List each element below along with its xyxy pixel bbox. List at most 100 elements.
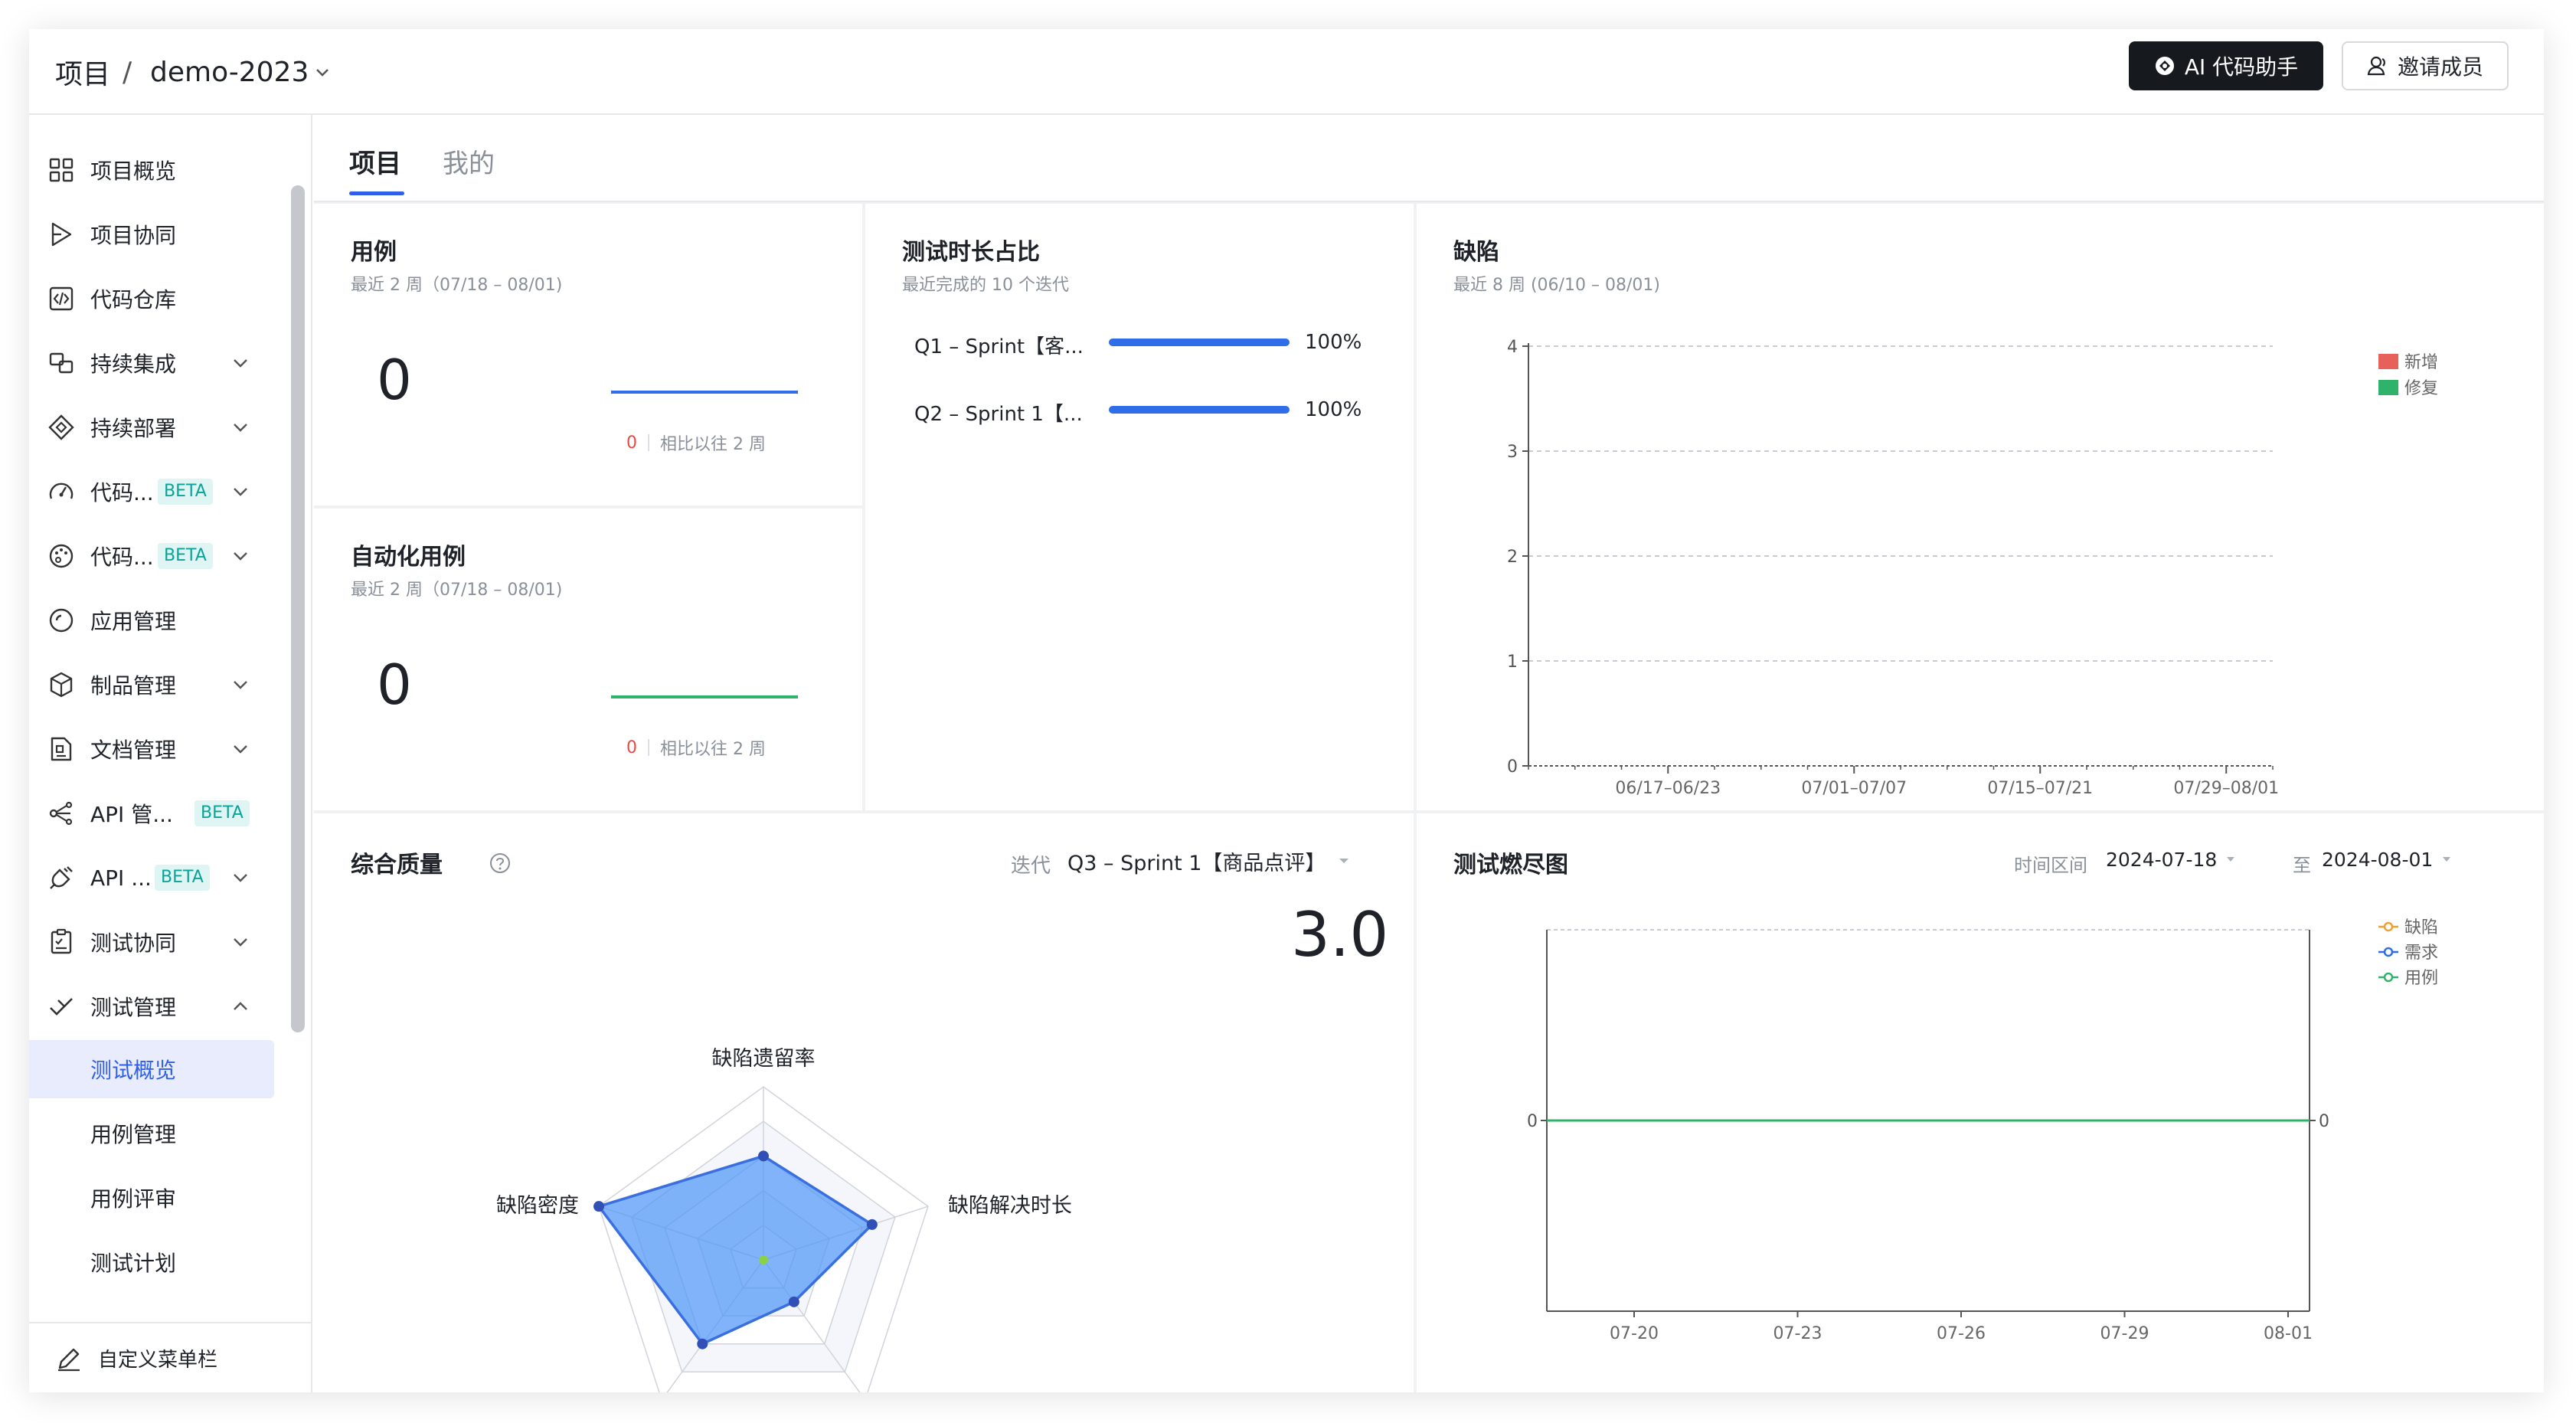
active-tab-indicator (349, 191, 404, 195)
chevron-down-icon[interactable] (230, 738, 251, 760)
y-tick-label: 2 (1507, 548, 1518, 567)
duration-row[interactable]: Q1 – Sprint【客... 100% (865, 326, 1414, 358)
chevron-down-icon[interactable] (230, 417, 251, 438)
ai-logo-icon (2155, 57, 2174, 75)
duration-row[interactable]: Q2 – Sprint 1【... 100% (865, 394, 1414, 426)
progress-track (1109, 406, 1290, 414)
duration-subtitle: 最近完成的 10 个迭代 (902, 276, 1069, 295)
customize-menu-button[interactable]: 自定义菜单栏 (29, 1322, 312, 1392)
sidebar-scrollbar[interactable] (291, 185, 305, 1032)
percent-label: 100% (1305, 331, 1362, 354)
sidebar-subitem-test-overview[interactable]: 测试概览 (29, 1040, 274, 1098)
project-name[interactable]: demo-2023 (150, 29, 309, 115)
cases-compare: 0 相比以往 2 周 (626, 430, 766, 455)
auto-cases-compare-label: 相比以往 2 周 (660, 740, 766, 759)
test-duration-card: 测试时长占比 最近完成的 10 个迭代 Q1 – Sprint【客... 100… (865, 204, 1414, 810)
legend-marker (2383, 921, 2394, 932)
gauge-icon (49, 483, 74, 499)
legend-label: 需求 (2404, 944, 2438, 963)
ai-assistant-button[interactable]: AI 代码助手 (2129, 41, 2323, 90)
tab-project[interactable]: 项目 (349, 142, 401, 180)
sidebar-item-label: 测试管理 (90, 995, 177, 1020)
customize-menu-label: 自定义菜单栏 (98, 1348, 218, 1372)
sidebar-item-app-manage[interactable]: 应用管理 (29, 593, 274, 648)
auto-cases-compare: 0 相比以往 2 周 (626, 735, 766, 760)
chevron-down-icon[interactable] (314, 29, 331, 115)
sidebar-subitem-case-review[interactable]: 用例评审 (29, 1169, 274, 1227)
sidebar-subitem-label: 测试计划 (90, 1251, 177, 1276)
quality-card: 综合质量 迭代 Q3 – Sprint 1【商品点评】 3.0 缺陷遗留率 缺陷解… (314, 813, 1414, 1392)
auto-cases-delta: 0 (626, 738, 637, 757)
radar-point (593, 1201, 605, 1212)
sidebar-item-project-overview[interactable]: 项目概览 (29, 142, 274, 198)
tab-mine[interactable]: 我的 (443, 142, 495, 180)
breadcrumb-root[interactable]: 项目 (55, 29, 110, 115)
sidebar-item-label: 持续部署 (90, 416, 177, 441)
y-tick-label: 3 (1507, 443, 1518, 462)
doc-icon (51, 737, 72, 761)
sidebar-item-label: API ... (90, 865, 152, 891)
test-collab-icon (51, 928, 72, 954)
x-tick-label: 08-01 (2264, 1324, 2313, 1343)
defects-card: 缺陷 最近 8 周 (06/10 – 08/01) 0 1 2 3 4 06/17–06/… (1417, 204, 2544, 810)
chevron-down-icon[interactable] (230, 352, 251, 374)
chevron-down-icon[interactable] (230, 481, 251, 502)
sidebar-item-test-manage[interactable]: 测试管理 (29, 979, 274, 1034)
deploy-icon (48, 414, 74, 440)
x-tick-label: 06/17–06/23 (1615, 779, 1721, 798)
legend-label: 新增 (2404, 353, 2438, 372)
edit-icon (58, 1348, 80, 1372)
beta-badge: BETA (158, 543, 213, 569)
sidebar-item-ci[interactable]: 持续集成 (29, 335, 274, 391)
iteration-label: Q1 – Sprint【客... (914, 335, 1084, 358)
legend-swatch (2378, 354, 2398, 369)
sidebar-item-api-manage[interactable]: API 管... BETA (29, 786, 274, 841)
play-icon (51, 222, 72, 247)
grid-icon (49, 158, 74, 182)
ci-icon (49, 352, 74, 374)
chevron-down-icon[interactable] (230, 931, 251, 953)
sidebar-item-code-repo[interactable]: 代码仓库 (29, 271, 274, 326)
sidebar-item-code-scan[interactable]: 代码... BETA (29, 464, 274, 519)
sidebar-item-test-collab[interactable]: 测试协同 (29, 914, 274, 970)
x-tick-label: 07-29 (2100, 1324, 2149, 1343)
sidebar-item-artifact[interactable]: 制品管理 (29, 657, 274, 712)
radar-axis-label: 缺陷解决时长 (948, 1194, 1072, 1218)
sidebar-item-code-quality[interactable]: 代码... BETA (29, 528, 274, 584)
radar-point (758, 1150, 769, 1162)
sidebar-item-api-test[interactable]: API ... BETA (29, 850, 274, 905)
invite-button-label: 邀请成员 (2397, 54, 2483, 80)
legend-marker (2383, 972, 2394, 983)
y-tick-label: 1 (1507, 653, 1518, 672)
x-tick-label: 07-23 (1773, 1324, 1822, 1343)
auto-cases-card: 自动化用例 最近 2 周（07/18 – 08/01) 0 0 相比以往 2 周 (314, 509, 862, 810)
quality-radar-chart: 缺陷遗留率缺陷解决时长需求覆盖率自动化覆盖率缺陷密度 (496, 1047, 1072, 1392)
invite-members-button[interactable]: 邀请成员 (2342, 41, 2509, 90)
y-tick-label: 0 (1507, 757, 1518, 777)
palette-icon (49, 544, 74, 568)
beta-badge: BETA (158, 479, 213, 505)
beta-badge: BETA (195, 800, 250, 826)
sidebar-item-label: 持续集成 (90, 352, 177, 377)
sidebar-subitem-case-manage[interactable]: 用例管理 (29, 1104, 274, 1163)
sidebar-item-label: 文档管理 (90, 738, 177, 763)
sidebar-item-project-collab[interactable]: 项目协同 (29, 207, 274, 262)
chevron-down-icon[interactable] (230, 545, 251, 567)
sidebar-item-label: API 管... (90, 802, 173, 827)
api-share-icon (49, 801, 73, 826)
chevron-up-icon[interactable] (230, 996, 251, 1017)
sidebar-subitem-test-plan[interactable]: 测试计划 (29, 1233, 274, 1291)
radar-point (866, 1219, 878, 1230)
radar-point (788, 1296, 799, 1307)
sidebar-item-cd[interactable]: 持续部署 (29, 400, 274, 455)
cases-count: 0 (377, 348, 412, 412)
progress-fill (1109, 406, 1290, 414)
progress-track (1109, 339, 1290, 346)
chevron-down-icon[interactable] (230, 867, 251, 888)
chevron-down-icon[interactable] (230, 674, 251, 695)
sidebar-item-docs[interactable]: 文档管理 (29, 721, 274, 777)
radar-axis-label: 缺陷遗留率 (712, 1047, 816, 1071)
legend-label: 缺陷 (2404, 918, 2438, 937)
legend-label: 修复 (2404, 379, 2438, 398)
divider (648, 434, 649, 451)
